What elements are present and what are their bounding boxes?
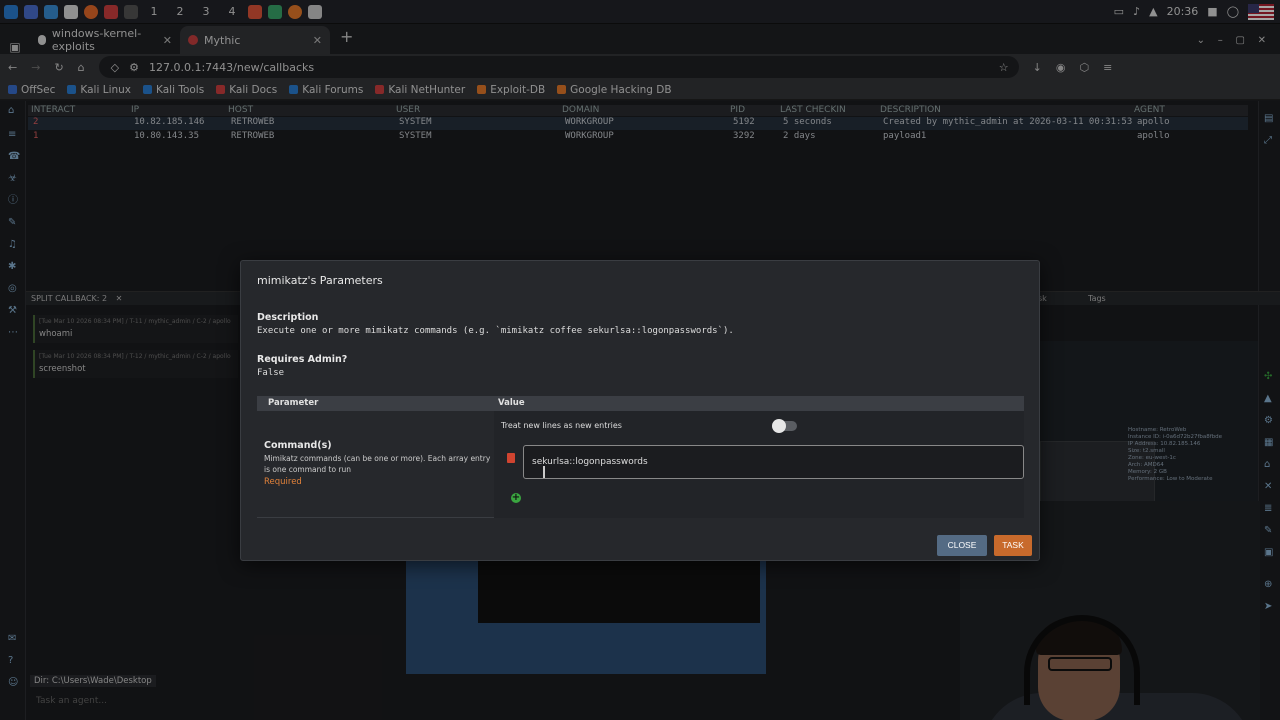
parameter-description: Mimikatz commands (can be one or more). … <box>264 454 491 474</box>
requires-admin-value: False <box>257 368 285 378</box>
trash-icon[interactable] <box>507 453 515 463</box>
mimikatz-parameters-dialog: mimikatz's Parameters Description Execut… <box>240 260 1040 561</box>
parameters-table-header: Parameter Value <box>257 396 1024 411</box>
dialog-title: mimikatz's Parameters <box>257 274 383 287</box>
parameters-table: Parameter Value Command(s) Mimikatz comm… <box>257 396 1024 518</box>
new-lines-toggle[interactable] <box>772 419 797 433</box>
description-text: Execute one or more mimikatz commands (e… <box>257 326 734 336</box>
required-label: Required <box>264 477 302 487</box>
col-parameter: Parameter <box>268 398 319 408</box>
requires-admin-label: Requires Admin? <box>257 354 348 365</box>
parameter-name: Command(s) <box>264 440 332 451</box>
close-button[interactable]: CLOSE <box>937 535 987 556</box>
toggle-label: Treat new lines as new entries <box>501 421 622 430</box>
col-value: Value <box>498 398 525 408</box>
command-input[interactable] <box>523 445 1024 479</box>
text-cursor-icon <box>543 466 545 478</box>
add-entry-icon[interactable]: + <box>511 493 521 503</box>
task-button[interactable]: TASK <box>994 535 1032 556</box>
description-label: Description <box>257 312 319 323</box>
